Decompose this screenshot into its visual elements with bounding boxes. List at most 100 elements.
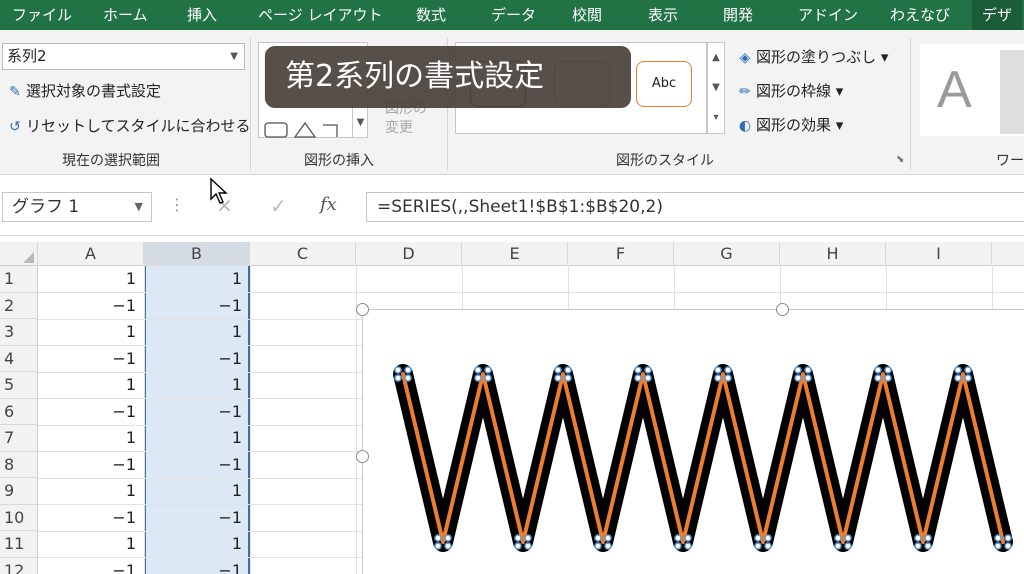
column-header-f[interactable]: F: [568, 242, 674, 266]
row-header-11[interactable]: 11: [0, 531, 37, 558]
cell-b9[interactable]: 1: [144, 478, 250, 505]
style-swatch-orange[interactable]: Abc: [636, 61, 692, 107]
cell-a10[interactable]: −1: [38, 505, 144, 532]
shape-effects-label: 図形の効果: [756, 116, 832, 134]
chevron-down-icon: ▼: [134, 200, 143, 213]
format-selection-label: 選択対象の書式設定: [26, 82, 162, 100]
tab-page-layout[interactable]: ページ レイアウト: [258, 0, 382, 30]
cell-a7[interactable]: 1: [38, 425, 144, 452]
cell-a9[interactable]: 1: [38, 478, 144, 505]
cell-b4[interactable]: −1: [144, 346, 250, 373]
column-header-e[interactable]: E: [462, 242, 568, 266]
gallery-down-icon[interactable]: ▼: [708, 73, 724, 103]
group-label-insert-shapes: 図形の挿入: [304, 153, 374, 169]
cell-a4[interactable]: −1: [38, 346, 144, 373]
pen-icon: ✏: [739, 84, 751, 100]
resize-handle-top-left[interactable]: [356, 303, 369, 316]
formula-bar-grip-icon[interactable]: ⋮: [169, 195, 185, 214]
group-label-shape-styles: 図形のスタイル: [616, 153, 714, 169]
cell-a1[interactable]: 1: [38, 266, 144, 293]
shapes-gallery-scroll[interactable]: ▼: [352, 108, 368, 138]
cell-a2[interactable]: −1: [38, 293, 144, 320]
tab-view[interactable]: 表示: [648, 0, 678, 30]
gallery-scroll: ▲ ▼ ▾: [707, 42, 725, 134]
caption-overlay: 第2系列の書式設定: [265, 46, 631, 108]
cell-a5[interactable]: 1: [38, 372, 144, 399]
effects-icon: ◐: [738, 118, 752, 134]
formula-input[interactable]: =SERIES(,,Sheet1!$B$1:$B$20,2): [366, 192, 1024, 222]
dialog-launcher-icon[interactable]: ⬊: [896, 154, 904, 165]
format-selection-button[interactable]: ✎ 選択対象の書式設定: [4, 80, 161, 101]
tab-addins[interactable]: アドイン: [798, 0, 858, 30]
resize-handle-middle-left[interactable]: [356, 450, 369, 463]
name-box[interactable]: グラフ 1 ▼: [2, 192, 152, 222]
chart-element-selector-value: 系列2: [7, 47, 47, 65]
column-header-h[interactable]: H: [780, 242, 886, 266]
cell-a8[interactable]: −1: [38, 452, 144, 479]
resize-handle-top-center[interactable]: [776, 303, 789, 316]
tab-chart-design[interactable]: デザ: [972, 0, 1023, 30]
tab-data[interactable]: データ: [491, 0, 536, 30]
shape-effects-button[interactable]: ◐ 図形の効果 ▾: [734, 114, 843, 135]
shape-outline-button[interactable]: ✏ 図形の枠線 ▾: [734, 80, 843, 101]
formula-bar: グラフ 1 ▼ ⋮ ✕ ✓ fx =SERIES(,,Sheet1!$B$1:$…: [0, 176, 1024, 236]
tab-developer[interactable]: 開発: [723, 0, 753, 30]
row-header-2[interactable]: 2: [0, 293, 37, 319]
ribbon-tab-bar: ファイル ホーム 挿入 ページ レイアウト 数式 データ 校閲 表示 開発 アド…: [0, 0, 1024, 30]
row-header-12[interactable]: 12: [0, 558, 37, 574]
row-header-6[interactable]: 6: [0, 399, 37, 425]
row-header-5[interactable]: 5: [0, 372, 37, 399]
shape-fill-button[interactable]: ◈ 図形の塗りつぶし ▾: [734, 46, 889, 67]
cell-b1[interactable]: 1: [144, 266, 250, 293]
tab-insert[interactable]: 挿入: [187, 0, 217, 30]
cell-b12[interactable]: −1: [144, 558, 250, 574]
cell-b7[interactable]: 1: [144, 425, 250, 452]
reset-style-icon: ↺: [9, 119, 21, 135]
cell-b8[interactable]: −1: [144, 452, 250, 479]
check-icon[interactable]: ✓: [270, 194, 287, 218]
cell-b6[interactable]: −1: [144, 399, 250, 426]
column-header-a[interactable]: A: [38, 242, 144, 266]
tab-home[interactable]: ホーム: [103, 0, 148, 30]
gallery-up-icon[interactable]: ▲: [708, 43, 724, 73]
cell-b5[interactable]: 1: [144, 372, 250, 399]
row-header-3[interactable]: 3: [0, 319, 37, 346]
column-header-b[interactable]: B: [144, 242, 250, 266]
line-chart[interactable]: [356, 303, 1024, 574]
row-header-7[interactable]: 7: [0, 425, 37, 452]
cell-b2[interactable]: −1: [144, 293, 250, 320]
row-header-8[interactable]: 8: [0, 452, 37, 478]
tab-formulas[interactable]: 数式: [416, 0, 446, 30]
gallery-more-icon[interactable]: ▾: [708, 103, 724, 133]
wordart-sample-2[interactable]: [1000, 50, 1024, 134]
row-header-10[interactable]: 10: [0, 505, 37, 531]
wordart-sample: A: [937, 61, 972, 119]
cell-b11[interactable]: 1: [144, 531, 250, 558]
tab-waenavi[interactable]: わえなび: [890, 0, 950, 30]
row-header-1[interactable]: 1: [0, 266, 37, 293]
reset-to-match-style-button[interactable]: ↺ リセットしてスタイルに合わせる: [4, 115, 250, 136]
cell-a12[interactable]: −1: [38, 558, 144, 574]
row-header-9[interactable]: 9: [0, 478, 37, 505]
select-all-corner[interactable]: [0, 242, 38, 266]
tab-review[interactable]: 校閲: [572, 0, 602, 30]
group-label-wordart: ワー: [996, 153, 1024, 169]
cell-a6[interactable]: −1: [38, 399, 144, 426]
column-header-g[interactable]: G: [674, 242, 780, 266]
cell-a11[interactable]: 1: [38, 531, 144, 558]
style-swatch-label: Abc: [651, 76, 677, 91]
column-header-d[interactable]: D: [356, 242, 462, 266]
chart-element-selector[interactable]: 系列2 ▼: [2, 43, 245, 70]
tab-file[interactable]: ファイル: [12, 0, 72, 30]
column-header-i[interactable]: I: [886, 242, 992, 266]
cell-b10[interactable]: −1: [144, 505, 250, 532]
row-header-4[interactable]: 4: [0, 346, 37, 372]
cell-a3[interactable]: 1: [38, 319, 144, 346]
column-header-c[interactable]: C: [250, 242, 356, 266]
row-header-column: 1 2 3 4 5 6 7 8 9 10 11 12: [0, 266, 38, 574]
chart-plot[interactable]: [363, 310, 1024, 574]
cell-b3[interactable]: 1: [144, 319, 250, 346]
insert-function-icon[interactable]: fx: [320, 194, 337, 215]
column-header-row: A B C D E F G H I: [0, 242, 1024, 266]
mouse-cursor-icon: [210, 177, 228, 204]
